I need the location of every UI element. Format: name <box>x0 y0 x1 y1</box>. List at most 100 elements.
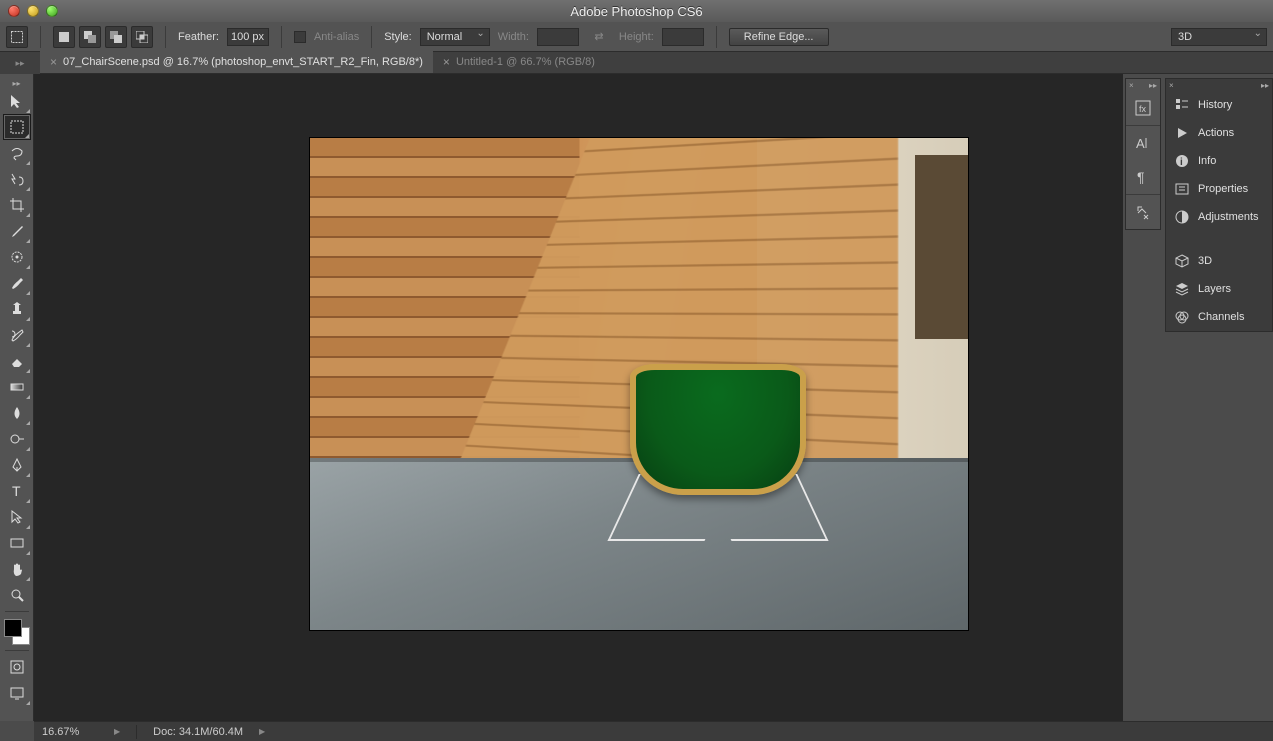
crop-tool[interactable] <box>3 192 31 218</box>
document-tab[interactable]: × 07_ChairScene.psd @ 16.7% (photoshop_e… <box>40 51 433 73</box>
panel-adjustments[interactable]: Adjustments <box>1166 203 1272 231</box>
panel-label: Channels <box>1198 311 1244 323</box>
zoom-menu-icon[interactable]: ▶ <box>114 727 120 736</box>
panel-properties[interactable]: Properties <box>1166 175 1272 203</box>
mini-panel-character-icon[interactable]: A <box>1126 126 1160 160</box>
selection-intersect-icon[interactable] <box>131 26 153 48</box>
type-tool[interactable]: T <box>3 478 31 504</box>
doc-info-menu-icon[interactable]: ▶ <box>259 727 265 736</box>
mini-panel-styles-icon[interactable]: fx <box>1126 91 1160 125</box>
canvas-area[interactable] <box>34 74 1123 721</box>
eyedropper-tool[interactable] <box>3 218 31 244</box>
panel-info[interactable]: i Info <box>1166 147 1272 175</box>
panel-label: Actions <box>1198 127 1234 139</box>
svg-text:i: i <box>1180 157 1183 168</box>
dodge-tool[interactable] <box>3 426 31 452</box>
path-selection-tool[interactable] <box>3 504 31 530</box>
selection-add-icon[interactable] <box>79 26 101 48</box>
width-input <box>537 28 579 46</box>
document-tab-label: Untitled-1 @ 66.7% (RGB/8) <box>456 56 595 68</box>
options-bar: Feather: Anti-alias Style: Normal Width:… <box>0 22 1273 52</box>
swap-dimensions-icon: ⇄ <box>587 28 611 46</box>
panel-3d[interactable]: 3D <box>1166 247 1272 275</box>
gradient-tool[interactable] <box>3 374 31 400</box>
quick-mask-toggle[interactable] <box>3 654 31 680</box>
workspace-switcher[interactable]: 3D <box>1171 28 1267 46</box>
zoom-tool[interactable] <box>3 582 31 608</box>
actions-icon <box>1174 125 1190 141</box>
hand-tool[interactable] <box>3 556 31 582</box>
minimize-window-button[interactable] <box>27 5 39 17</box>
svg-text:fx: fx <box>1139 104 1147 114</box>
height-label: Height: <box>619 31 654 43</box>
canvas-image-chair <box>613 354 824 541</box>
document-tab-bar: × 07_ChairScene.psd @ 16.7% (photoshop_e… <box>0 52 1273 74</box>
quick-selection-tool[interactable] <box>3 166 31 192</box>
screen-mode-toggle[interactable] <box>3 680 31 706</box>
panel-label: Adjustments <box>1198 211 1259 223</box>
status-zoom[interactable]: 16.67% <box>42 726 98 738</box>
selection-subtract-icon[interactable] <box>105 26 127 48</box>
layers-icon <box>1174 281 1190 297</box>
feather-input[interactable] <box>227 28 269 46</box>
panel-close-icon[interactable]: × <box>1129 81 1134 90</box>
cube-3d-icon <box>1174 253 1190 269</box>
selection-new-icon[interactable] <box>53 26 75 48</box>
toolbar-collapse-grip[interactable]: ▸▸ <box>0 52 40 74</box>
adjustments-icon <box>1174 209 1190 225</box>
document-tab[interactable]: × Untitled-1 @ 66.7% (RGB/8) <box>433 51 605 73</box>
style-select[interactable]: Normal <box>420 28 490 46</box>
pen-tool[interactable] <box>3 452 31 478</box>
panel-actions[interactable]: Actions <box>1166 119 1272 147</box>
spot-healing-brush-tool[interactable] <box>3 244 31 270</box>
zoom-window-button[interactable] <box>46 5 58 17</box>
rectangle-tool[interactable] <box>3 530 31 556</box>
svg-text:A: A <box>1136 136 1145 151</box>
window-controls <box>0 5 58 17</box>
style-label: Style: <box>384 31 412 43</box>
status-doc-size[interactable]: Doc: 34.1M/60.4M <box>153 726 243 738</box>
history-icon <box>1174 97 1190 113</box>
panel-close-icon[interactable]: × <box>1169 81 1174 90</box>
document-tab-label: 07_ChairScene.psd @ 16.7% (photoshop_env… <box>63 56 423 68</box>
rectangular-marquee-tool[interactable] <box>3 114 31 140</box>
history-brush-tool[interactable] <box>3 322 31 348</box>
panel-label: Properties <box>1198 183 1248 195</box>
panel-history[interactable]: History <box>1166 91 1272 119</box>
title-bar: Adobe Photoshop CS6 <box>0 0 1273 22</box>
blur-tool[interactable] <box>3 400 31 426</box>
clone-stamp-tool[interactable] <box>3 296 31 322</box>
close-tab-icon[interactable]: × <box>443 56 450 68</box>
panel-layers[interactable]: Layers <box>1166 275 1272 303</box>
panel-channels[interactable]: Channels <box>1166 303 1272 331</box>
color-swatches[interactable] <box>2 617 32 647</box>
selection-mode-group <box>53 26 153 48</box>
panel-expand-icon[interactable]: ▸▸ <box>1149 81 1157 90</box>
close-window-button[interactable] <box>8 5 20 17</box>
mini-panel-tool-presets-icon[interactable] <box>1126 195 1160 229</box>
current-tool-icon[interactable] <box>6 26 28 48</box>
svg-text:T: T <box>12 483 21 499</box>
right-panel-dock: × ▸▸ fx A ¶ × ▸▸ History Actions i Info <box>1123 74 1273 721</box>
eraser-tool[interactable] <box>3 348 31 374</box>
antialias-label: Anti-alias <box>314 31 359 43</box>
panel-group: × ▸▸ History Actions i Info Properties Ad… <box>1165 78 1273 332</box>
panel-label: History <box>1198 99 1232 111</box>
lasso-tool[interactable] <box>3 140 31 166</box>
close-tab-icon[interactable]: × <box>50 56 57 68</box>
foreground-color-swatch[interactable] <box>4 619 22 637</box>
height-input <box>662 28 704 46</box>
move-tool[interactable] <box>3 88 31 114</box>
collapsed-panel-dock: × ▸▸ fx A ¶ <box>1125 78 1161 230</box>
info-icon: i <box>1174 153 1190 169</box>
refine-edge-button[interactable]: Refine Edge... <box>729 28 829 46</box>
brush-tool[interactable] <box>3 270 31 296</box>
panel-label: Layers <box>1198 283 1231 295</box>
panel-label: 3D <box>1198 255 1212 267</box>
width-label: Width: <box>498 31 529 43</box>
document-canvas[interactable] <box>310 138 968 630</box>
toolbar-grip-icon[interactable]: ▸▸ <box>0 78 34 88</box>
panel-expand-icon[interactable]: ▸▸ <box>1261 81 1269 90</box>
mini-panel-paragraph-icon[interactable]: ¶ <box>1126 160 1160 194</box>
svg-text:¶: ¶ <box>1137 169 1145 185</box>
